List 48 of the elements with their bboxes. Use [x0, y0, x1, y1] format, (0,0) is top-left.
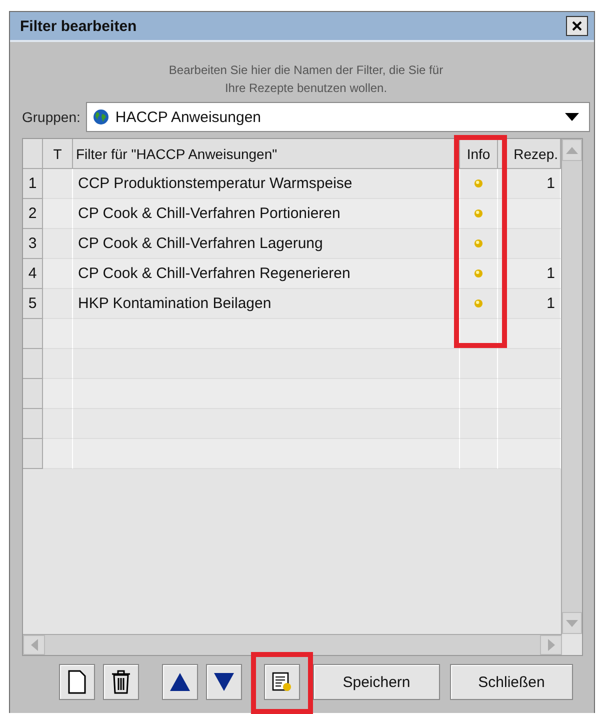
- row-number: 4: [23, 259, 43, 289]
- save-button[interactable]: Speichern: [313, 664, 440, 700]
- group-label: Gruppen:: [22, 109, 80, 125]
- move-up-button[interactable]: [162, 664, 198, 700]
- row-number: 5: [23, 289, 43, 319]
- column-header[interactable]: Filter für "HACCP Anweisungen": [73, 139, 460, 169]
- instruction-text: Bearbeiten Sie hier die Namen der Filter, die Sie für: [168, 62, 444, 79]
- instruction-text: Ihre Rezepte benutzen wollen.: [224, 80, 388, 97]
- row-number: 1: [23, 169, 43, 199]
- down-arrow-icon: [214, 673, 234, 691]
- group-dropdown[interactable]: HACCP Anweisungen: [86, 102, 590, 132]
- column-header[interactable]: Info: [460, 139, 498, 169]
- note-icon: [272, 672, 292, 692]
- column-header[interactable]: T: [43, 139, 73, 169]
- filter-name-cell[interactable]: CCP Produktionstemperatur Warmspeise: [73, 169, 460, 199]
- caret-icon: [565, 113, 579, 121]
- recipe-count: 1: [546, 265, 555, 282]
- scroll-right-icon: [548, 639, 554, 651]
- column-header[interactable]: Rezep.: [498, 139, 561, 169]
- table-cell: [43, 289, 73, 319]
- table-cell: [43, 199, 73, 229]
- scroll-down-icon: [566, 620, 578, 626]
- close-icon: [571, 20, 583, 32]
- filter-name-cell[interactable]: HKP Kontamination Beilagen: [73, 289, 460, 319]
- table-cell: [43, 229, 73, 259]
- close-dialog-button[interactable]: Schließen: [450, 664, 573, 700]
- filter-name-cell[interactable]: CP Cook & Chill-Verfahren Portionieren: [73, 199, 460, 229]
- recipe-count: 1: [546, 295, 555, 312]
- up-arrow-icon: [170, 673, 190, 691]
- scroll-left-icon: [30, 639, 38, 651]
- new-button[interactable]: [59, 664, 95, 700]
- table-cell: [43, 169, 73, 199]
- document-icon: [68, 670, 86, 694]
- table-cell: [43, 259, 73, 289]
- recipe-count: 1: [546, 175, 555, 192]
- highlight-box: [251, 652, 313, 714]
- move-down-button[interactable]: [206, 664, 242, 700]
- info-edit-button[interactable]: [264, 664, 300, 700]
- scroll-up-icon: [566, 146, 578, 154]
- window-title: Filter bearbeiten: [20, 18, 137, 34]
- filter-name-cell[interactable]: CP Cook & Chill-Verfahren Lagerung: [73, 229, 460, 259]
- trash-icon: [111, 670, 131, 694]
- delete-button[interactable]: [103, 664, 139, 700]
- filter-name-cell[interactable]: CP Cook & Chill-Verfahren Regenerieren: [73, 259, 460, 289]
- globe-icon: [93, 109, 110, 125]
- row-number: 2: [23, 199, 43, 229]
- close-button[interactable]: [566, 16, 588, 36]
- row-number: 3: [23, 229, 43, 259]
